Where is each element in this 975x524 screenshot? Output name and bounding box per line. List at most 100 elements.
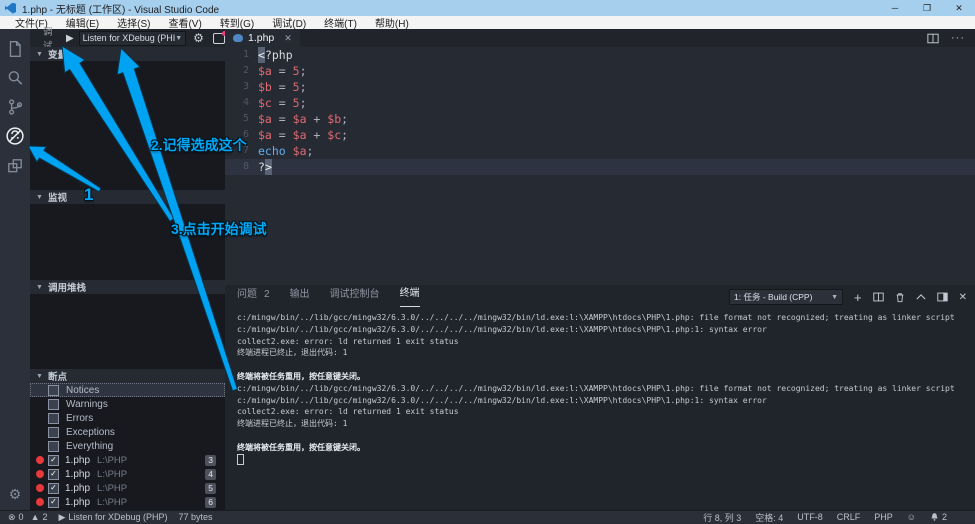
tab-1php[interactable]: 1.php ✕: [225, 29, 300, 47]
menu-item[interactable]: 查看(V): [159, 15, 210, 30]
breakpoint-filter-exceptions[interactable]: Exceptions: [30, 425, 225, 439]
breakpoint-filter-errors[interactable]: Errors: [30, 411, 225, 425]
extensions-icon[interactable]: [5, 156, 25, 176]
debug-icon[interactable]: [5, 126, 25, 146]
configure-gear-icon[interactable]: ⚙: [193, 32, 204, 44]
split-editor-icon[interactable]: [927, 33, 939, 44]
breakpoint-filter-everything[interactable]: Everything: [30, 439, 225, 453]
explorer-icon[interactable]: [5, 39, 25, 59]
play-icon: ▶: [59, 512, 66, 523]
section-watch-label: 监视: [48, 190, 67, 204]
maximize-button[interactable]: ❐: [911, 0, 943, 16]
breakpoint-dot-icon: [36, 484, 44, 492]
checkbox-unchecked[interactable]: [48, 427, 59, 438]
checkbox-checked[interactable]: ✓: [48, 497, 59, 508]
line-number: 3: [225, 79, 249, 95]
menu-item[interactable]: 转到(G): [211, 15, 263, 30]
vscode-logo-icon: [5, 3, 16, 14]
source-control-icon[interactable]: [5, 97, 25, 117]
encoding[interactable]: UTF-8: [797, 512, 823, 522]
menu-item[interactable]: 选择(S): [108, 15, 159, 30]
menu-item[interactable]: 终端(T): [315, 15, 366, 30]
minimize-button[interactable]: ─: [879, 0, 911, 16]
kill-terminal-icon[interactable]: [895, 292, 905, 303]
panel-tab-问题[interactable]: 问题2: [237, 287, 270, 307]
code-token: $c: [258, 95, 272, 111]
code-token: echo: [258, 143, 286, 159]
breakpoint-filter-warnings[interactable]: Warnings: [30, 397, 225, 411]
cursor-position[interactable]: 行 8, 列 3: [703, 511, 741, 524]
breakpoint-row[interactable]: ✓1.phpL:\PHP6: [30, 495, 225, 509]
search-icon[interactable]: [5, 68, 25, 88]
manage-gear-icon[interactable]: ⚙: [5, 484, 25, 504]
menu-item[interactable]: 调试(D): [263, 15, 315, 30]
language-mode[interactable]: PHP: [874, 512, 893, 522]
menu-item[interactable]: 编辑(E): [57, 15, 108, 30]
notifications-bell[interactable]: 2: [930, 512, 947, 522]
debug-config-label: Listen for XDebug (PHI: [83, 33, 176, 43]
terminal-selector-dropdown[interactable]: 1: 任务 - Build (CPP) ▼: [729, 289, 843, 305]
debug-console-icon[interactable]: [213, 33, 225, 44]
panel-position-icon[interactable]: [937, 292, 948, 302]
new-terminal-icon[interactable]: +: [854, 290, 862, 305]
tab-close-icon[interactable]: ✕: [284, 33, 292, 44]
breakpoint-filter-label: Warnings: [66, 399, 108, 410]
section-breakpoints[interactable]: ▼ 断点: [30, 369, 225, 383]
code-token: [286, 143, 293, 159]
code-token: $a: [258, 63, 272, 79]
bottom-panel: 问题2 输出调试控制台终端 1: 任务 - Build (CPP) ▼ + ✕ c…: [225, 285, 975, 510]
checkbox-unchecked[interactable]: [48, 441, 59, 452]
code-token: ;: [300, 63, 307, 79]
code-line-6: 6$a = $a + $c;: [225, 127, 975, 143]
section-variables[interactable]: ▼ 变量: [30, 47, 225, 61]
editor-tabbar: 1.php ✕ ···: [225, 29, 975, 47]
code-area[interactable]: 1<?php2$a = 5;3$b = 5;4$c = 5;5$a = $a +…: [225, 47, 975, 285]
checkbox-unchecked[interactable]: [48, 399, 59, 410]
breakpoint-filter-label: Everything: [66, 441, 113, 452]
indentation[interactable]: 空格: 4: [755, 511, 783, 524]
debug-config-dropdown[interactable]: Listen for XDebug (PHI ▼: [79, 31, 186, 46]
section-call-stack[interactable]: ▼ 调用堆栈: [30, 280, 225, 294]
tab-label: 1.php: [248, 32, 274, 44]
activity-bar: ⚙: [0, 29, 30, 510]
start-debug-button[interactable]: ▶: [66, 33, 74, 44]
line-number: 5: [225, 111, 249, 127]
breakpoint-line-badge: 5: [205, 483, 216, 494]
debug-sidebar: 调试 ▶ Listen for XDebug (PHI ▼ ⚙ ▼ 变量 ▼ 监…: [30, 29, 225, 510]
panel-tab-输出[interactable]: 输出: [290, 287, 310, 307]
terminal-line: 终端将被任务重用，按任意键关闭。: [237, 371, 967, 383]
checkbox-checked[interactable]: ✓: [48, 469, 59, 480]
more-actions-icon[interactable]: ···: [951, 32, 965, 44]
maximize-panel-icon[interactable]: [916, 293, 926, 301]
section-watch[interactable]: ▼ 监视: [30, 190, 225, 204]
breakpoint-row[interactable]: ✓1.phpL:\PHP5: [30, 481, 225, 495]
feedback-smiley-icon[interactable]: ☺: [907, 512, 916, 522]
breakpoint-filter-notices[interactable]: Notices: [30, 383, 225, 397]
debug-status[interactable]: ▶ Listen for XDebug (PHP): [59, 512, 168, 523]
eol-sequence[interactable]: CRLF: [837, 512, 861, 522]
code-token: $a: [258, 127, 272, 143]
code-token: $b: [327, 111, 341, 127]
code-line-4: 4$c = 5;: [225, 95, 975, 111]
checkbox-unchecked[interactable]: [48, 413, 59, 424]
php-file-icon: [233, 34, 243, 42]
checkbox-checked[interactable]: ✓: [48, 455, 59, 466]
code-token: =: [272, 95, 293, 111]
terminal-line: 终端进程已终止，退出代码: 1: [237, 347, 967, 359]
problems-status[interactable]: ⊗ 0 ▲ 2: [8, 512, 48, 523]
terminal-output[interactable]: c:/mingw/bin/../lib/gcc/mingw32/6.3.0/..…: [237, 312, 967, 506]
terminal-selector-label: 1: 任务 - Build (CPP): [734, 291, 831, 303]
close-button[interactable]: ✕: [943, 0, 975, 16]
menu-item[interactable]: 帮助(H): [366, 15, 418, 30]
line-number: 8: [225, 159, 249, 175]
panel-tab-终端[interactable]: 终端: [400, 286, 420, 307]
split-terminal-icon[interactable]: [873, 292, 884, 302]
code-line-8: 8?>: [225, 159, 975, 175]
breakpoint-row[interactable]: ✓1.phpL:\PHP3: [30, 453, 225, 467]
checkbox-checked[interactable]: ✓: [48, 483, 59, 494]
breakpoint-row[interactable]: ✓1.phpL:\PHP4: [30, 467, 225, 481]
close-panel-icon[interactable]: ✕: [959, 292, 967, 303]
terminal-cursor: [237, 454, 244, 465]
checkbox-unchecked[interactable]: [48, 385, 59, 396]
panel-tab-调试控制台[interactable]: 调试控制台: [330, 287, 380, 307]
